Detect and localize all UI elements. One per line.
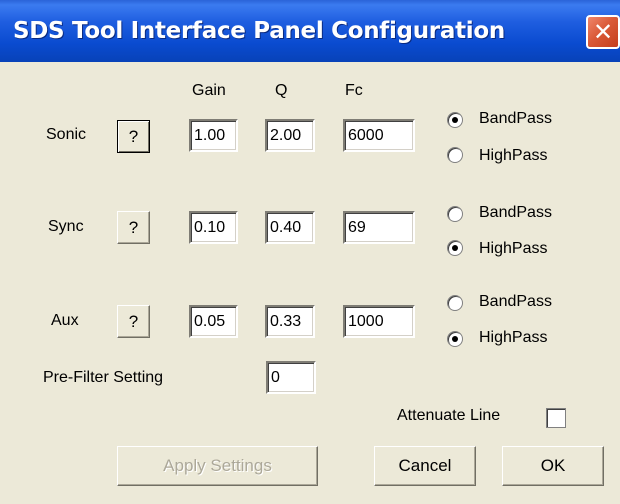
prefilter-label: Pre-Filter Setting	[43, 369, 164, 386]
window-title: SDS Tool Interface Panel Configuration	[13, 18, 505, 44]
sync-bandpass-label[interactable]: BandPass	[479, 204, 552, 222]
sync-help-button[interactable]: ?	[117, 211, 150, 244]
sync-highpass-radio[interactable]	[447, 240, 463, 256]
attenuate-line-checkbox[interactable]	[546, 408, 566, 428]
aux-highpass-label[interactable]: HighPass	[479, 329, 547, 347]
prefilter-input[interactable]: 0	[266, 361, 316, 394]
aux-bandpass-radio[interactable]	[447, 295, 463, 311]
aux-help-button[interactable]: ?	[117, 305, 150, 338]
sonic-highpass-radio[interactable]	[447, 147, 463, 163]
cancel-button[interactable]: Cancel	[374, 446, 476, 486]
dialog-window: SDS Tool Interface Panel Configuration ✕…	[0, 0, 620, 504]
close-button[interactable]: ✕	[586, 15, 620, 49]
sonic-gain-input[interactable]: 1.00	[189, 119, 238, 152]
sonic-bandpass-radio[interactable]	[447, 112, 463, 128]
sonic-help-button[interactable]: ?	[117, 120, 150, 153]
close-icon: ✕	[592, 18, 614, 46]
aux-bandpass-label[interactable]: BandPass	[479, 293, 552, 311]
q-column-header: Q	[275, 82, 288, 99]
aux-fc-input[interactable]: 1000	[343, 305, 415, 338]
row-label-aux: Aux	[51, 312, 79, 329]
sonic-q-input[interactable]: 2.00	[265, 119, 315, 152]
row-label-sonic: Sonic	[46, 126, 87, 143]
sync-fc-input[interactable]: 69	[343, 211, 415, 244]
ok-button[interactable]: OK	[502, 446, 604, 486]
attenuate-line-label[interactable]: Attenuate Line	[397, 407, 500, 425]
sonic-bandpass-label[interactable]: BandPass	[479, 110, 552, 128]
aux-highpass-radio[interactable]	[447, 331, 463, 347]
title-bar[interactable]: SDS Tool Interface Panel Configuration ✕	[0, 0, 620, 62]
sync-q-input[interactable]: 0.40	[265, 211, 315, 244]
aux-gain-input[interactable]: 0.05	[189, 305, 238, 338]
row-label-sync: Sync	[48, 218, 84, 235]
sonic-highpass-label[interactable]: HighPass	[479, 147, 547, 165]
sync-gain-input[interactable]: 0.10	[189, 211, 238, 244]
aux-q-input[interactable]: 0.33	[265, 305, 315, 338]
apply-settings-button[interactable]: Apply Settings	[117, 446, 318, 486]
sonic-fc-input[interactable]: 6000	[343, 119, 415, 152]
gain-column-header: Gain	[192, 82, 226, 99]
sync-bandpass-radio[interactable]	[447, 206, 463, 222]
fc-column-header: Fc	[345, 82, 363, 99]
sync-highpass-label[interactable]: HighPass	[479, 240, 547, 258]
